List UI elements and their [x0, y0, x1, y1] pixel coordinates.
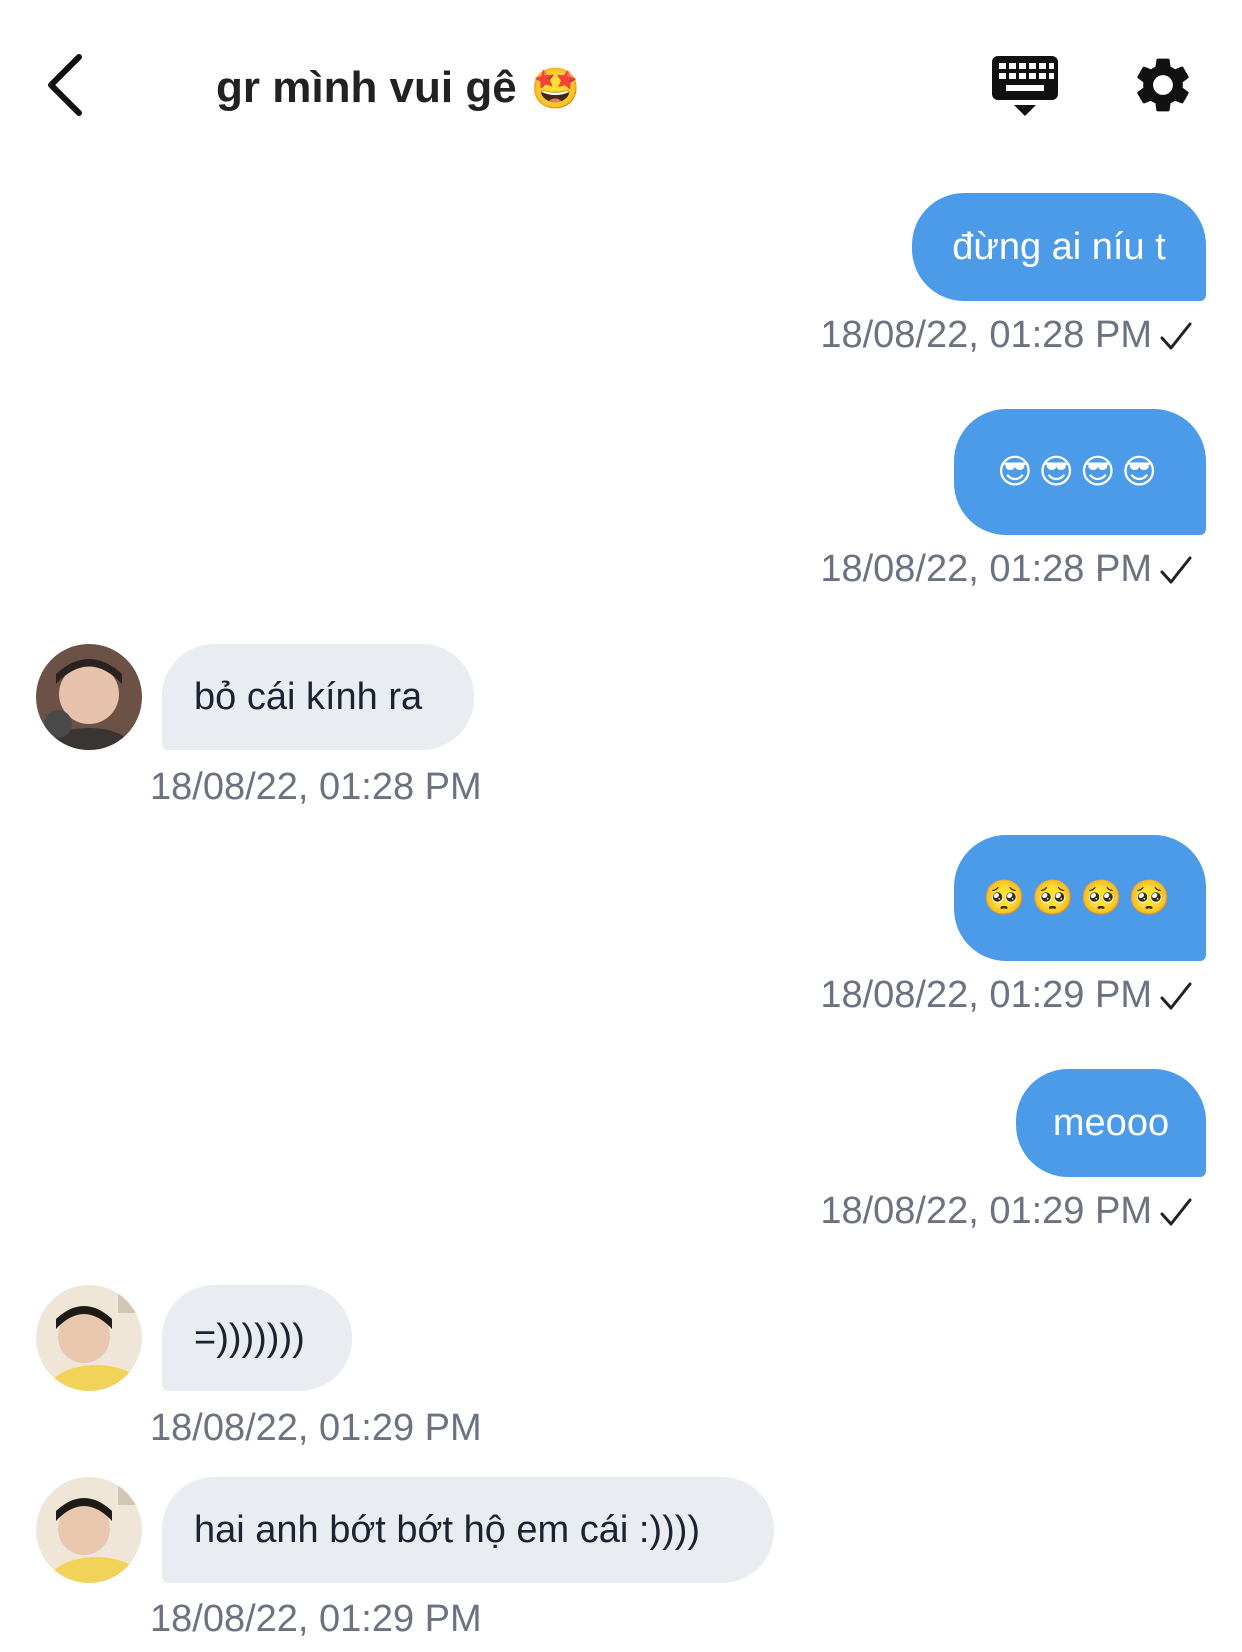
incoming-message-bubble[interactable]: hai anh bớt bớt hộ em cái :)))) — [162, 1477, 774, 1583]
user-photo-icon — [36, 1285, 142, 1391]
sent-check-icon — [1160, 1198, 1192, 1226]
user-photo-icon — [36, 1477, 142, 1583]
message-text: đừng ai níu t — [952, 225, 1166, 268]
sent-check-icon — [1160, 982, 1192, 1010]
gear-icon — [1137, 58, 1189, 112]
sent-check-icon — [1160, 322, 1192, 350]
sent-check-icon — [1160, 556, 1192, 584]
keyboard-icon — [992, 56, 1058, 116]
settings-button[interactable] — [1130, 52, 1196, 118]
message-timestamp: 18/08/22, 01:28 PM — [820, 548, 1152, 590]
incoming-message-bubble[interactable]: =))))))) — [162, 1285, 352, 1391]
message-text: bỏ cái kính ra — [194, 675, 423, 718]
message-text: hai anh bớt bớt hộ em cái :)))) — [194, 1508, 701, 1551]
message-text: meooo — [1052, 1101, 1170, 1144]
message-timestamp: 18/08/22, 01:28 PM — [150, 766, 482, 808]
sunglasses-emoji-text: 😎😎😎😎 — [997, 453, 1163, 491]
message-timestamp: 18/08/22, 01:29 PM — [820, 1190, 1152, 1232]
message-timestamp: 18/08/22, 01:29 PM — [820, 974, 1152, 1016]
message-text: =))))))) — [194, 1316, 305, 1359]
chat-header: gr mình vui gê 🤩 — [0, 0, 1242, 170]
star-struck-emoji: 🤩 — [530, 66, 581, 111]
chat-title: gr mình vui gê 🤩 — [216, 58, 581, 118]
avatar[interactable] — [36, 1285, 142, 1391]
incoming-message-bubble[interactable]: bỏ cái kính ra — [162, 644, 474, 750]
outgoing-message-bubble[interactable]: đừng ai níu t — [912, 193, 1206, 301]
chat-title-text: gr mình vui gê — [216, 63, 517, 112]
avatar[interactable] — [36, 1477, 142, 1583]
pleading-emoji-text: 🥺🥺🥺🥺 — [983, 879, 1177, 917]
message-timestamp: 18/08/22, 01:29 PM — [150, 1407, 482, 1449]
outgoing-message-bubble[interactable]: meooo — [1016, 1069, 1206, 1177]
outgoing-message-bubble[interactable]: 🥺🥺🥺🥺 — [954, 835, 1206, 961]
outgoing-message-bubble[interactable]: 😎😎😎😎 — [954, 409, 1206, 535]
message-timestamp: 18/08/22, 01:29 PM — [150, 1598, 482, 1640]
avatar[interactable] — [36, 644, 142, 750]
user-photo-icon — [36, 644, 142, 750]
chevron-left-icon — [48, 54, 82, 116]
message-timestamp: 18/08/22, 01:28 PM — [820, 314, 1152, 356]
back-button[interactable] — [38, 50, 92, 120]
keyboard-button[interactable] — [990, 52, 1060, 122]
